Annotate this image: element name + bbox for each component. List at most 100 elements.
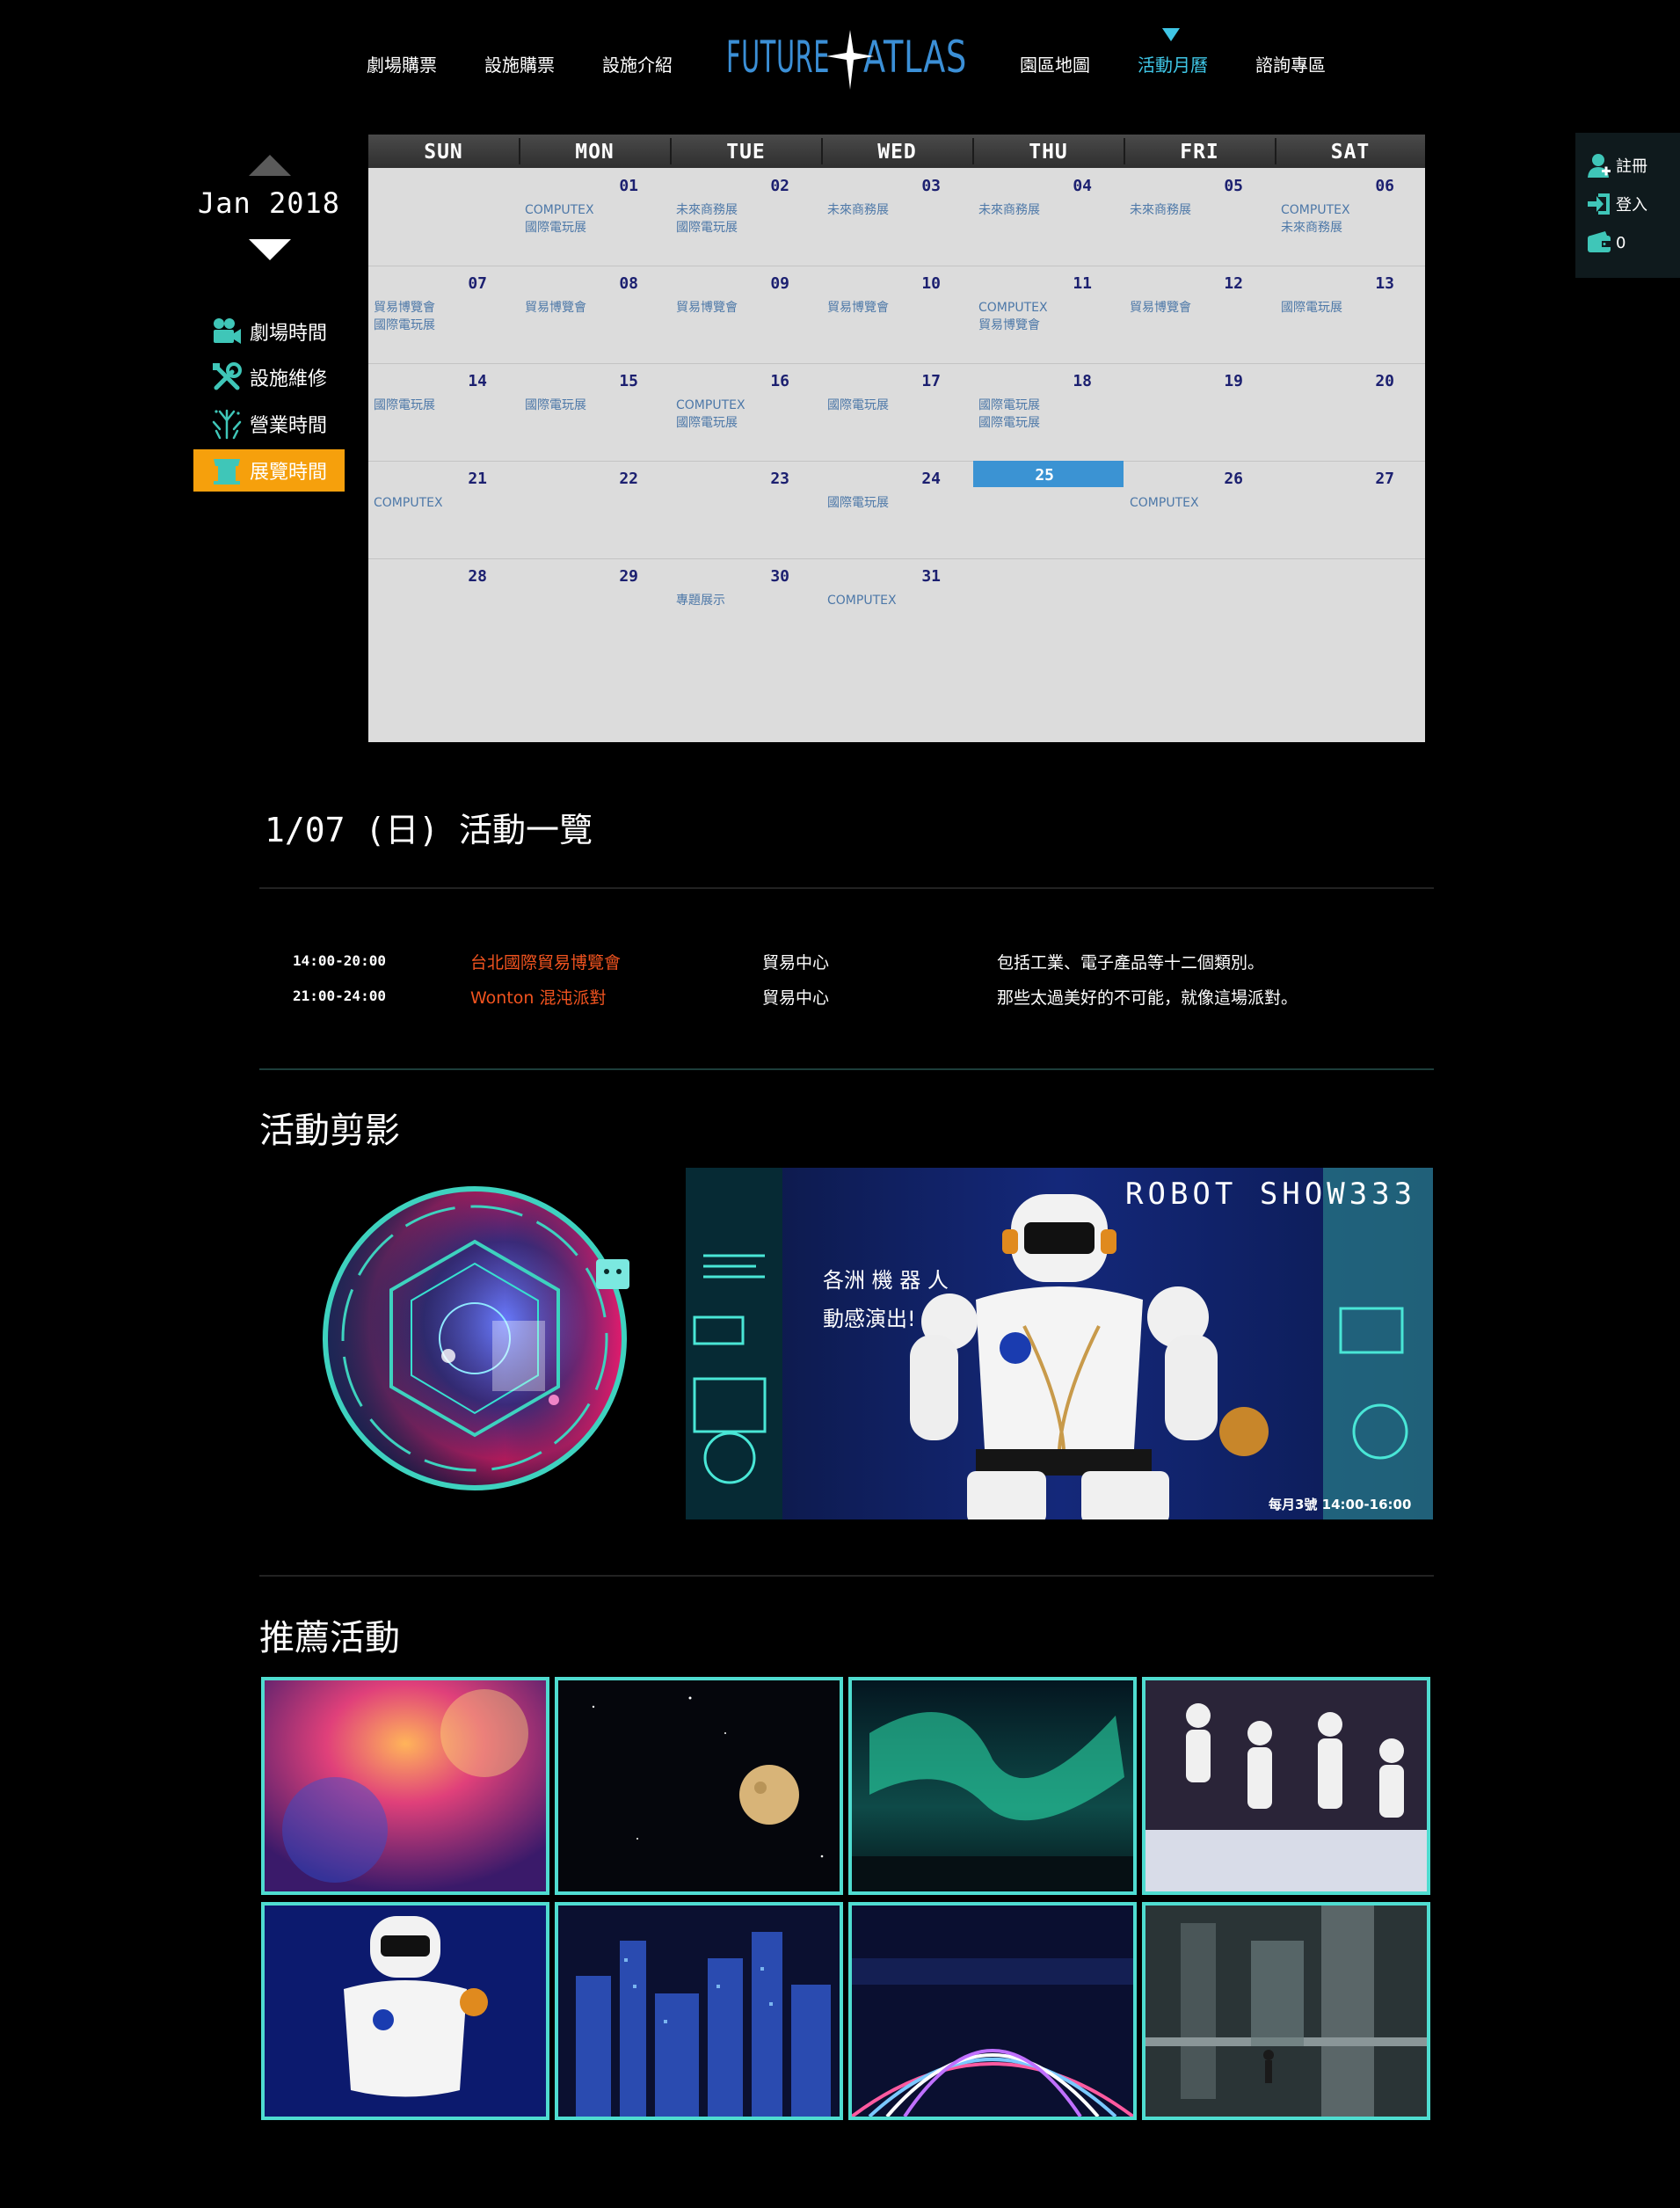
calendar-day-26[interactable]: 26 COMPUTEX <box>1124 461 1275 557</box>
calendar-day-15[interactable]: 15 國際電玩展 <box>520 363 670 460</box>
calendar-event-link[interactable]: 貿易博覽會 <box>827 299 972 317</box>
calendar-event-link[interactable]: 國際電玩展 <box>827 397 972 414</box>
calendar-event-link[interactable]: 貿易博覽會 <box>525 299 670 317</box>
side-menu-business-hours[interactable]: 營業時間 <box>193 403 345 445</box>
calendar-empty-cell <box>1276 558 1426 655</box>
calendar-day-21[interactable]: 21 COMPUTEX <box>368 461 519 557</box>
calendar-event-link[interactable]: COMPUTEX <box>1130 494 1275 512</box>
calendar-day-07[interactable]: 07 貿易博覽會 國際電玩展 <box>368 266 519 362</box>
calendar-event-link[interactable]: 國際電玩展 <box>676 414 821 432</box>
register-link[interactable]: 註冊 <box>1586 150 1647 180</box>
login-link[interactable]: 登入 <box>1586 189 1647 219</box>
calendar-day-03[interactable]: 03 未來商務展 <box>822 168 972 265</box>
calendar-event-link[interactable]: 未來商務展 <box>1130 201 1275 219</box>
calendar-day-17[interactable]: 17 國際電玩展 <box>822 363 972 460</box>
calendar-day-09[interactable]: 09 貿易博覽會 <box>671 266 821 362</box>
calendar-event-link[interactable]: 國際電玩展 <box>374 317 519 334</box>
calendar-day-30[interactable]: 30 專題展示 <box>671 558 821 655</box>
calendar-day-02[interactable]: 02 未來商務展 國際電玩展 <box>671 168 821 265</box>
calendar-event-link[interactable]: 國際電玩展 <box>827 494 972 512</box>
calendar-event-link[interactable]: 貿易博覽會 <box>374 299 519 317</box>
calendar-day-19[interactable]: 19 <box>1124 363 1275 460</box>
calendar-day-22[interactable]: 22 <box>520 461 670 557</box>
calendar-day-06[interactable]: 06 COMPUTEX 未來商務展 <box>1276 168 1426 265</box>
nav-facility-intro[interactable]: 設施介紹 <box>602 51 673 77</box>
calendar-event-link[interactable]: COMPUTEX <box>525 201 670 219</box>
calendar-event-link[interactable]: 貿易博覽會 <box>978 317 1124 334</box>
calendar-day-24[interactable]: 24 國際電玩展 <box>822 461 972 557</box>
calendar-day-events: COMPUTEX 國際電玩展 <box>525 201 670 237</box>
next-month-button[interactable] <box>249 239 291 260</box>
calendar-event-link[interactable]: 未來商務展 <box>676 201 821 219</box>
calendar-event-link[interactable]: COMPUTEX <box>676 397 821 414</box>
recommended-tile-robot[interactable] <box>261 1902 549 2120</box>
calendar-event-link[interactable]: COMPUTEX <box>827 592 972 609</box>
calendar-event-link[interactable]: 專題展示 <box>676 592 821 609</box>
calendar-day-27[interactable]: 27 <box>1276 461 1426 557</box>
recommended-tile-light-trails[interactable] <box>848 1902 1137 2120</box>
camera-icon <box>214 318 241 344</box>
calendar-day-18[interactable]: 18 國際電玩展 國際電玩展 <box>973 363 1124 460</box>
calendar-event-link[interactable]: 未來商務展 <box>978 201 1124 219</box>
side-menu-maintenance[interactable]: 設施維修 <box>193 356 345 398</box>
calendar-day-01[interactable]: 01 COMPUTEX 國際電玩展 <box>520 168 670 265</box>
event-name-link[interactable]: Wonton 混沌派對 <box>470 985 607 1009</box>
recommended-tile-aurora[interactable] <box>848 1677 1137 1895</box>
calendar-day-04[interactable]: 04 未來商務展 <box>973 168 1124 265</box>
recommended-tile-moon[interactable] <box>555 1677 843 1895</box>
calendar-day-16[interactable]: 16 COMPUTEX 國際電玩展 <box>671 363 821 460</box>
side-menu-theater-time[interactable]: 劇場時間 <box>193 310 345 353</box>
calendar-day-31[interactable]: 31 COMPUTEX <box>822 558 972 655</box>
calendar-event-link[interactable]: 貿易博覽會 <box>676 299 821 317</box>
calendar-event-link[interactable]: 貿易博覽會 <box>1130 299 1275 317</box>
calendar-event-link[interactable]: 國際電玩展 <box>525 397 670 414</box>
calendar-day-08[interactable]: 08 貿易博覽會 <box>520 266 670 362</box>
calendar-day-number: 12 <box>1224 274 1243 293</box>
calendar-day-05[interactable]: 05 未來商務展 <box>1124 168 1275 265</box>
future-atlas-logo[interactable]: FUTURE ATLAS <box>726 26 969 93</box>
calendar-day-13[interactable]: 13 國際電玩展 <box>1276 266 1426 362</box>
calendar-event-link[interactable]: COMPUTEX <box>978 299 1124 317</box>
calendar-day-number: 31 <box>921 567 941 586</box>
calendar-event-link[interactable]: 未來商務展 <box>1281 219 1426 237</box>
event-name-link[interactable]: 台北國際貿易博覽會 <box>470 950 621 973</box>
nav-consultation[interactable]: 諮詢專區 <box>1255 51 1326 77</box>
cart-link[interactable]: 0 <box>1586 228 1625 258</box>
calendar-day-29[interactable]: 29 <box>520 558 670 655</box>
calendar-event-link[interactable]: COMPUTEX <box>1281 201 1426 219</box>
calendar-day-12[interactable]: 12 貿易博覽會 <box>1124 266 1275 362</box>
nav-event-calendar[interactable]: 活動月曆 <box>1138 51 1208 77</box>
calendar-event-link[interactable]: 未來商務展 <box>827 201 972 219</box>
calendar-day-23[interactable]: 23 <box>671 461 821 557</box>
calendar-day-events: 國際電玩展 <box>374 397 519 414</box>
robot-show-banner[interactable]: ROBOT SHOW333 各洲 機 器 人 動感演出! 每月3號 14:00-… <box>686 1168 1433 1519</box>
calendar-day-28[interactable]: 28 <box>368 558 519 655</box>
side-menu-label: 展覽時間 <box>250 462 328 484</box>
calendar-day-events: 未來商務展 <box>827 201 972 219</box>
recommended-tile-nebula[interactable] <box>261 1677 549 1895</box>
calendar-day-number: 21 <box>468 470 487 488</box>
nav-theater-tickets[interactable]: 劇場購票 <box>367 51 437 77</box>
nav-park-map[interactable]: 園區地圖 <box>1020 51 1090 77</box>
calendar-event-link[interactable]: 國際電玩展 <box>1281 299 1426 317</box>
calendar-event-link[interactable]: 國際電玩展 <box>978 397 1124 414</box>
calendar-event-link[interactable]: 國際電玩展 <box>676 219 821 237</box>
calendar-day-10[interactable]: 10 貿易博覽會 <box>822 266 972 362</box>
calendar-event-link[interactable]: 國際電玩展 <box>978 414 1124 432</box>
login-icon <box>1588 193 1610 215</box>
calendar-event-link[interactable]: COMPUTEX <box>374 494 519 512</box>
event-snapshot-circle-image[interactable] <box>316 1180 651 1497</box>
calendar-day-20[interactable]: 20 <box>1276 363 1426 460</box>
calendar-event-link[interactable]: 國際電玩展 <box>525 219 670 237</box>
side-menu-exhibition-time[interactable]: 展覽時間 <box>193 449 345 492</box>
calendar-day-14[interactable]: 14 國際電玩展 <box>368 363 519 460</box>
calendar-event-link[interactable]: 國際電玩展 <box>374 397 519 414</box>
recommended-tile-city-night[interactable] <box>555 1902 843 2120</box>
calendar-day-25[interactable]: 25 <box>973 461 1124 557</box>
calendar-day-number: 09 <box>770 274 789 293</box>
calendar-day-11[interactable]: 11 COMPUTEX 貿易博覽會 <box>973 266 1124 362</box>
recommended-tile-futuristic-station[interactable] <box>1142 1902 1430 2120</box>
nav-facility-tickets[interactable]: 設施購票 <box>484 51 555 77</box>
recommended-tile-robot-band[interactable] <box>1142 1677 1430 1895</box>
previous-month-button[interactable] <box>249 155 291 176</box>
